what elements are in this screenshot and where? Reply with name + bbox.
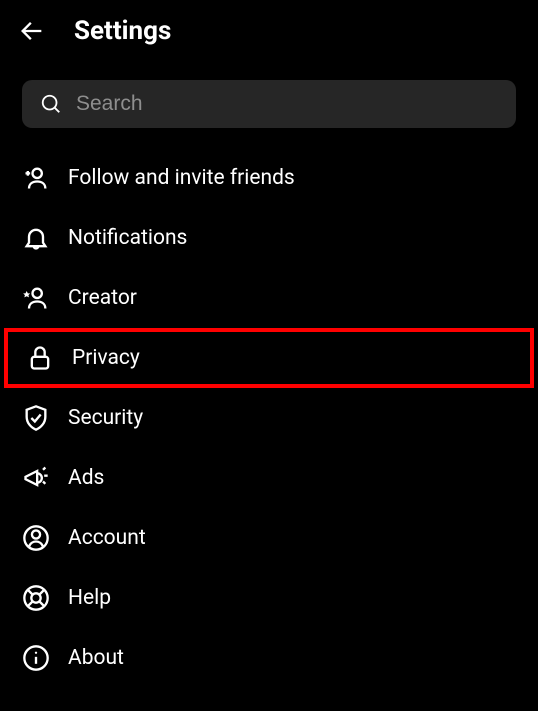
menu-item-follow-invite[interactable]: Follow and invite friends xyxy=(0,148,538,208)
menu-item-label: Help xyxy=(68,586,111,610)
menu-item-label: Notifications xyxy=(68,226,187,250)
menu-item-label: Ads xyxy=(68,466,104,490)
star-user-icon xyxy=(22,284,50,312)
lock-icon xyxy=(26,344,54,372)
arrow-left-icon xyxy=(18,17,46,45)
add-user-icon xyxy=(22,164,50,192)
settings-menu: Follow and invite friends Notifications … xyxy=(0,148,538,688)
menu-item-label: Account xyxy=(68,526,146,550)
search-icon xyxy=(40,93,62,115)
menu-item-notifications[interactable]: Notifications xyxy=(0,208,538,268)
menu-item-help[interactable]: Help xyxy=(0,568,538,628)
bell-icon xyxy=(22,224,50,252)
menu-item-account[interactable]: Account xyxy=(0,508,538,568)
shield-icon xyxy=(22,404,50,432)
menu-item-label: About xyxy=(68,646,124,670)
back-button[interactable] xyxy=(18,17,46,45)
header: Settings xyxy=(0,0,538,62)
menu-item-privacy[interactable]: Privacy xyxy=(4,328,534,388)
menu-item-ads[interactable]: Ads xyxy=(0,448,538,508)
menu-item-label: Creator xyxy=(68,286,137,310)
menu-item-creator[interactable]: Creator xyxy=(0,268,538,328)
search-bar[interactable] xyxy=(22,80,516,128)
search-input[interactable] xyxy=(76,92,498,116)
menu-item-label: Security xyxy=(68,406,143,430)
menu-item-about[interactable]: About xyxy=(0,628,538,688)
user-circle-icon xyxy=(22,524,50,552)
page-title: Settings xyxy=(74,16,171,46)
lifebuoy-icon xyxy=(22,584,50,612)
info-icon xyxy=(22,644,50,672)
megaphone-icon xyxy=(22,464,50,492)
menu-item-label: Follow and invite friends xyxy=(68,166,295,190)
menu-item-security[interactable]: Security xyxy=(0,388,538,448)
menu-item-label: Privacy xyxy=(72,346,140,370)
